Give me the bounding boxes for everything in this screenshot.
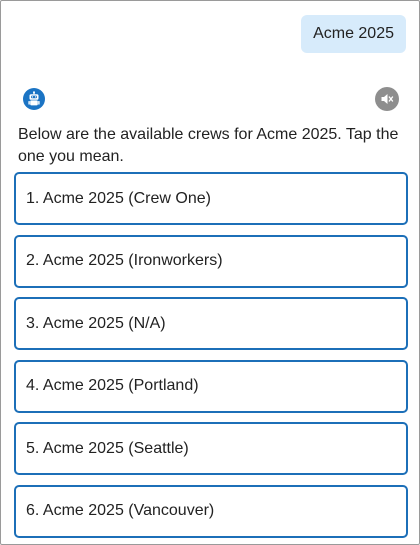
crew-option-label: 3. Acme 2025 (N/A)	[26, 314, 166, 332]
chat-window: Acme 2025 Below are the available crews …	[0, 0, 420, 545]
bot-message-text: Below are the available crews for Acme 2…	[18, 126, 399, 165]
crew-option-button[interactable]: 3. Acme 2025 (N/A)	[14, 297, 408, 350]
crew-option-label: 2. Acme 2025 (Ironworkers)	[26, 252, 223, 269]
crew-option-label: 1. Acme 2025 (Crew One)	[26, 189, 211, 207]
crew-option-label: 6. Acme 2025 (Vancouver)	[26, 502, 215, 519]
crew-option-button[interactable]: 6. Acme 2025 (Vancouver)	[14, 484, 408, 538]
user-message-text: Acme 2025	[313, 25, 394, 42]
robot-icon-glyph	[28, 91, 40, 106]
speaker-muted-glyph	[381, 94, 394, 104]
crew-option-button[interactable]: 4. Acme 2025 (Portland)	[14, 359, 408, 413]
crew-option-label: 5. Acme 2025 (Seattle)	[26, 439, 189, 457]
crew-option-label: 4. Acme 2025 (Portland)	[26, 377, 199, 394]
crew-option-button[interactable]: 1. Acme 2025 (Crew One)	[14, 172, 408, 225]
speaker-muted-icon[interactable]	[375, 87, 399, 111]
crew-option-button[interactable]: 2. Acme 2025 (Ironworkers)	[14, 234, 408, 288]
user-message-bubble: Acme 2025	[301, 15, 406, 53]
robot-icon	[23, 88, 45, 110]
crew-options-list: 1. Acme 2025 (Crew One) 2. Acme 2025 (Ir…	[14, 172, 408, 544]
crew-option-button[interactable]: 5. Acme 2025 (Seattle)	[14, 422, 408, 475]
